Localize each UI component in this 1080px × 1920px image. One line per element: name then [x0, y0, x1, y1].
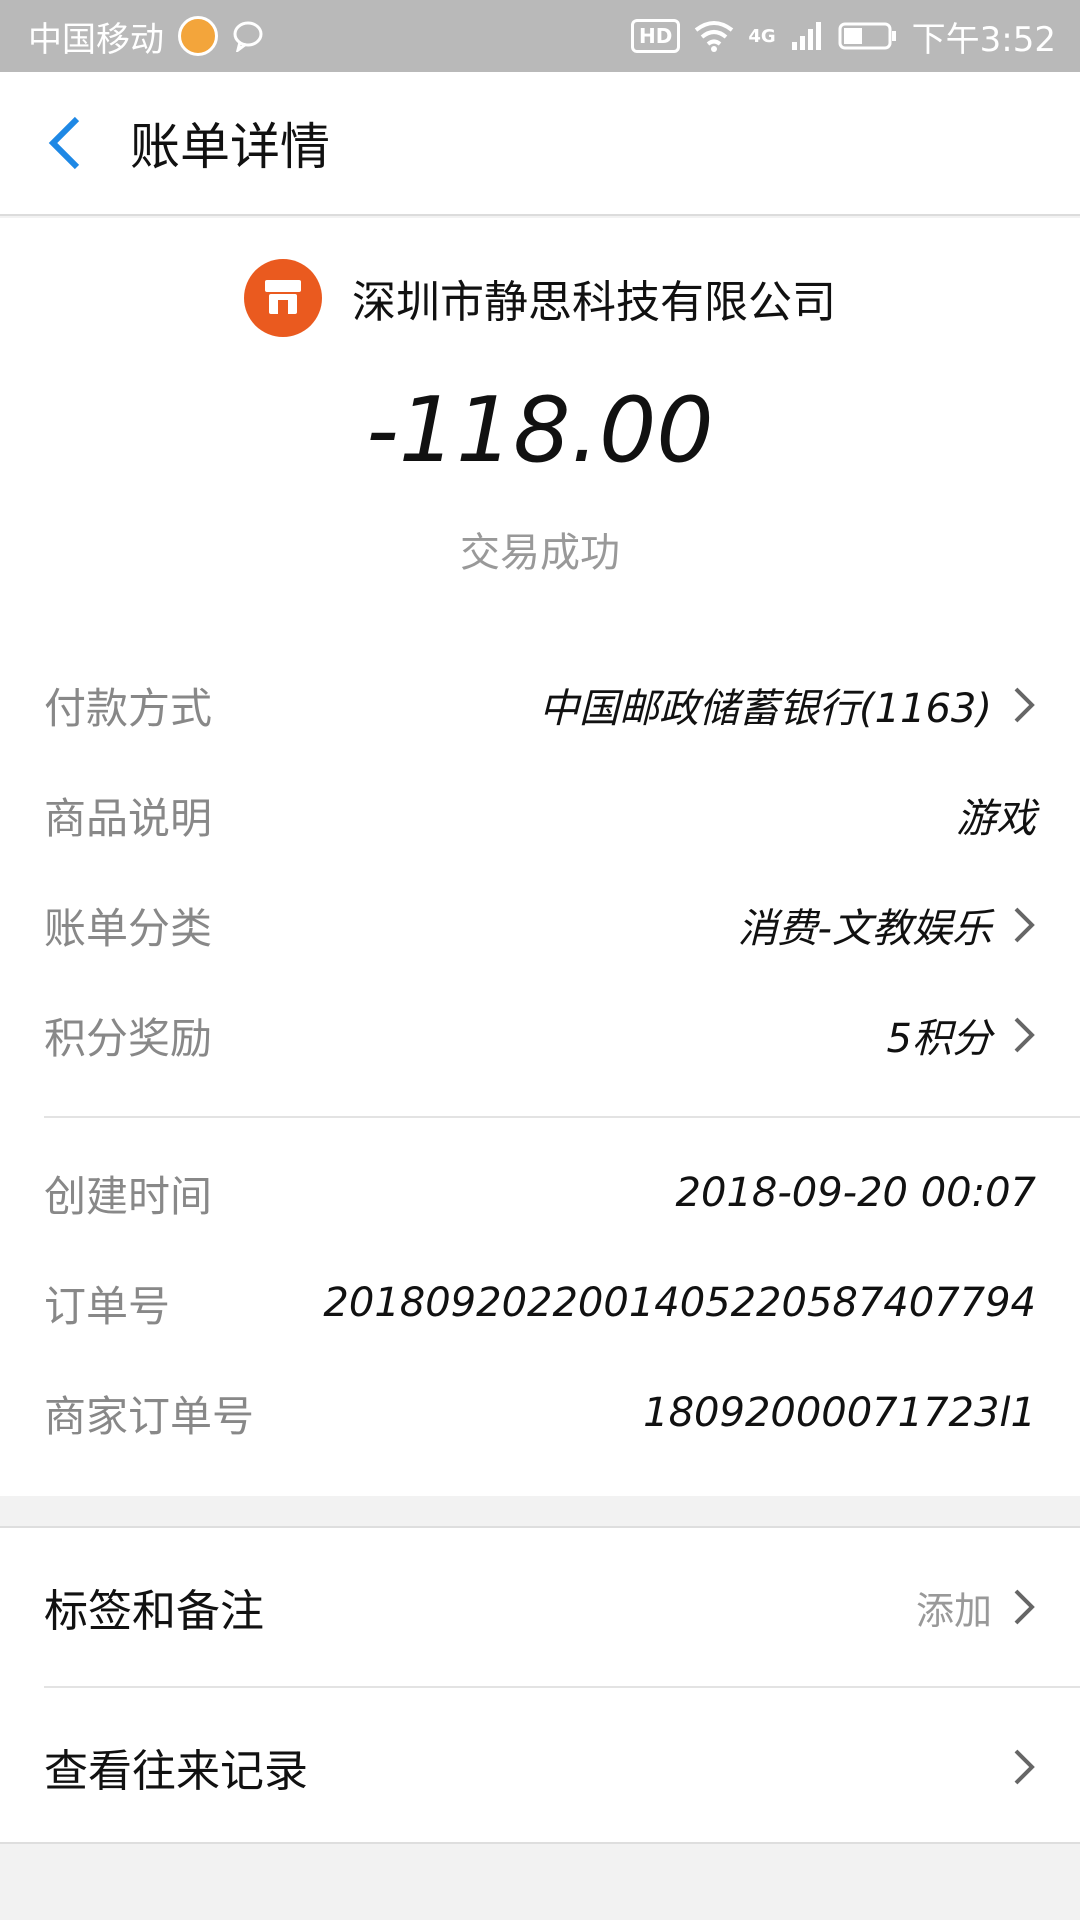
- chevron-right-icon: [1014, 1589, 1035, 1625]
- meta-row-order-number: 订单号 2018092022001405220587407794: [44, 1248, 1036, 1358]
- transaction-status: 交易成功: [460, 530, 620, 576]
- detail-row-product: 商品说明 游戏: [44, 760, 1036, 870]
- signal-icon: [791, 22, 821, 50]
- shop-icon: [244, 259, 322, 337]
- hd-badge: HD: [630, 19, 681, 53]
- row-label: 商家订单号: [44, 1391, 255, 1441]
- meta-row-merchant-order-number: 商家订单号 18092000071723l1: [44, 1358, 1036, 1468]
- row-label: 创建时间: [44, 1171, 213, 1221]
- tags-and-notes-row[interactable]: 标签和备注 添加: [44, 1528, 1036, 1686]
- carrier-label: 中国移动: [28, 19, 164, 60]
- row-value: 2018-09-20 00:07: [675, 1170, 1036, 1216]
- row-label: 积分奖励: [44, 1013, 213, 1063]
- detail-row-payment-method[interactable]: 付款方式 中国邮政储蓄银行(1163): [44, 650, 1036, 760]
- wifi-icon: [695, 21, 734, 52]
- row-value: 2018092022001405220587407794: [323, 1280, 1036, 1326]
- row-label: 订单号: [44, 1281, 171, 1331]
- view-history-label: 查看往来记录: [44, 1746, 308, 1797]
- row-value: 18092000071723l1: [643, 1390, 1036, 1436]
- tags-and-notes-label: 标签和备注: [44, 1586, 264, 1637]
- chat-icon: [233, 21, 263, 52]
- row-value: 中国邮政储蓄银行(1163): [538, 686, 992, 732]
- app-header: 账单详情: [0, 72, 1080, 216]
- merchant-name: 深圳市静思科技有限公司: [352, 277, 836, 328]
- chevron-left-icon: [48, 116, 80, 170]
- chevron-right-icon: [1014, 1749, 1035, 1785]
- row-value: 5积分: [886, 1016, 992, 1062]
- actions-section: 标签和备注 添加 查看往来记录: [0, 1526, 1080, 1844]
- detail-row-category[interactable]: 账单分类 消费-文教娱乐: [44, 870, 1036, 980]
- chevron-right-icon: [1014, 907, 1035, 943]
- battery-icon: [838, 22, 896, 50]
- status-left: 中国移动: [28, 12, 268, 61]
- clock: 下午3:52: [911, 19, 1056, 60]
- divider: [44, 1116, 1080, 1118]
- row-value: 游戏: [956, 796, 1036, 842]
- row-label: 商品说明: [44, 793, 213, 843]
- row-label: 付款方式: [44, 683, 213, 733]
- merchant-row: 深圳市静思科技有限公司: [0, 258, 1080, 338]
- view-history-row[interactable]: 查看往来记录: [44, 1688, 1036, 1846]
- add-tag-link[interactable]: 添加: [916, 1580, 992, 1635]
- app-badge-icon: [178, 16, 218, 56]
- bill-detail-card: 深圳市静思科技有限公司 -118.00 交易成功 付款方式 中国邮政储蓄银行(1…: [0, 218, 1080, 1496]
- network-type: 4G: [748, 25, 776, 47]
- detail-row-points[interactable]: 积分奖励 5积分: [44, 980, 1036, 1090]
- back-button[interactable]: [0, 71, 130, 215]
- status-right: HD 4G 下午3:52: [630, 12, 1056, 61]
- transaction-amount: -118.00: [366, 378, 714, 483]
- row-label: 账单分类: [44, 903, 213, 953]
- chevron-right-icon: [1014, 1017, 1035, 1053]
- meta-row-created-time: 创建时间 2018-09-20 00:07: [44, 1138, 1036, 1248]
- chevron-right-icon: [1014, 687, 1035, 723]
- page-title: 账单详情: [130, 118, 330, 176]
- row-value: 消费-文教娱乐: [737, 906, 992, 952]
- status-bar: 中国移动 HD 4G 下午3:52: [0, 0, 1080, 72]
